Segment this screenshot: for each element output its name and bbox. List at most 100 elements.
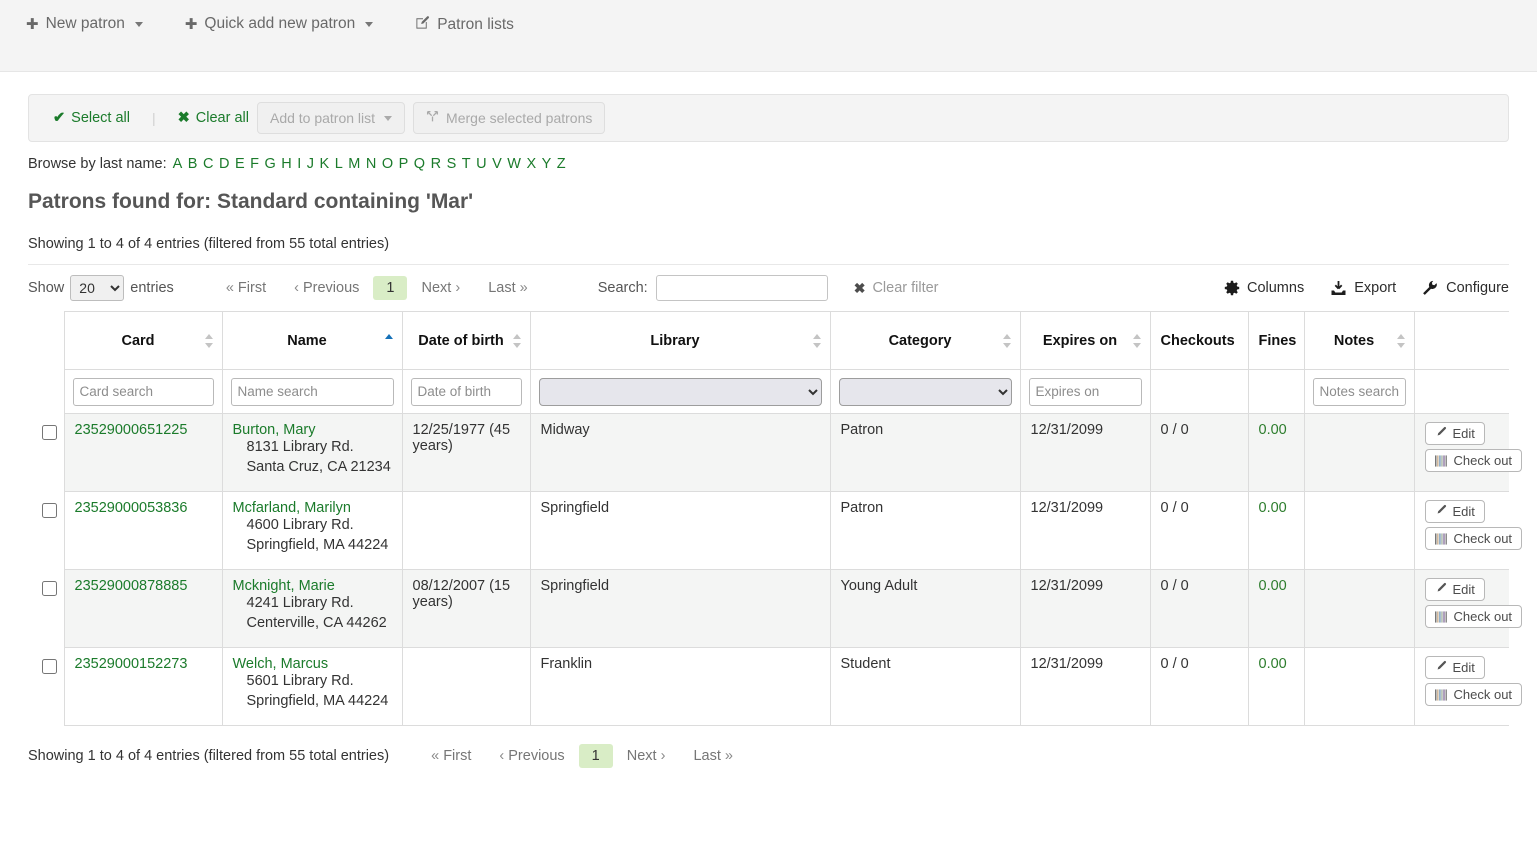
- browse-letter-r[interactable]: R: [431, 156, 441, 172]
- selection-action-bar: ✔ Select all | ✖ Clear all Add to patron…: [28, 94, 1509, 142]
- pagination-bottom-last[interactable]: Last »: [679, 744, 747, 768]
- filter-input-card[interactable]: [73, 378, 214, 406]
- column-header-expires-on[interactable]: Expires on: [1020, 312, 1150, 370]
- column-header-card[interactable]: Card: [64, 312, 222, 370]
- column-header-name[interactable]: Name: [222, 312, 402, 370]
- filter-input-expires-on[interactable]: [1029, 378, 1142, 406]
- edit-label: Edit: [1453, 426, 1475, 441]
- browse-letter-w[interactable]: W: [507, 156, 521, 172]
- browse-letter-e[interactable]: E: [235, 156, 245, 172]
- new-patron-button[interactable]: ✚ New patron: [22, 12, 147, 36]
- row-select-checkbox[interactable]: [42, 503, 57, 518]
- select-all-button[interactable]: ✔ Select all: [45, 106, 138, 130]
- browse-letter-h[interactable]: H: [281, 156, 291, 172]
- browse-letter-p[interactable]: P: [399, 156, 409, 172]
- quick-add-new-patron-button[interactable]: ✚ Quick add new patron: [181, 12, 377, 36]
- browse-letter-i[interactable]: I: [297, 156, 301, 172]
- column-header-actions: [1414, 312, 1509, 370]
- browse-letter-c[interactable]: C: [203, 156, 213, 172]
- browse-letter-v[interactable]: V: [492, 156, 502, 172]
- pagination-bottom-previous[interactable]: ‹ Previous: [485, 744, 578, 768]
- edit-label: Edit: [1453, 504, 1475, 519]
- check-out-button[interactable]: Check out: [1425, 683, 1523, 706]
- row-select-checkbox[interactable]: [42, 581, 57, 596]
- browse-letter-x[interactable]: X: [526, 156, 536, 172]
- patron-lists-button[interactable]: Patron lists: [411, 12, 518, 37]
- card-number-link[interactable]: 23529000053836: [75, 500, 188, 516]
- merge-selected-patrons-button[interactable]: Merge selected patrons: [413, 102, 605, 134]
- pagination-next[interactable]: Next ›: [407, 276, 474, 300]
- clear-all-button[interactable]: ✖ Clear all: [170, 106, 257, 130]
- card-number-link[interactable]: 23529000878885: [75, 578, 188, 594]
- cell-expires-on: 12/31/2099: [1020, 414, 1150, 492]
- browse-letter-u[interactable]: U: [476, 156, 486, 172]
- check-out-button[interactable]: Check out: [1425, 605, 1523, 628]
- browse-letter-l[interactable]: L: [335, 156, 343, 172]
- cell-actions: EditCheck out: [1414, 570, 1509, 648]
- sort-indicator-icon: [1003, 334, 1012, 348]
- columns-button[interactable]: Columns: [1224, 280, 1304, 296]
- check-out-button[interactable]: Check out: [1425, 527, 1523, 550]
- browse-letter-y[interactable]: Y: [542, 156, 552, 172]
- pagination-last[interactable]: Last »: [474, 276, 542, 300]
- pagination-bottom-page-1[interactable]: 1: [579, 744, 613, 768]
- edit-button[interactable]: Edit: [1425, 578, 1485, 601]
- row-select-checkbox[interactable]: [42, 425, 57, 440]
- search-input[interactable]: [656, 275, 828, 301]
- patron-name-link[interactable]: Mcfarland, Marilyn: [233, 500, 392, 516]
- browse-letter-b[interactable]: B: [188, 156, 198, 172]
- filter-input-notes[interactable]: [1313, 378, 1406, 406]
- patron-name-link[interactable]: Mcknight, Marie: [233, 578, 392, 594]
- browse-letter-g[interactable]: G: [264, 156, 275, 172]
- page-length-select[interactable]: 102050100All: [70, 275, 124, 301]
- pagination-bottom-first[interactable]: « First: [417, 744, 485, 768]
- browse-letter-t[interactable]: T: [462, 156, 471, 172]
- sort-indicator-icon: [1397, 334, 1406, 348]
- cell-date-of-birth: [402, 492, 530, 570]
- cell-fines: 0.00: [1248, 648, 1304, 726]
- browse-letter-m[interactable]: M: [348, 156, 360, 172]
- filter-select-library[interactable]: [539, 378, 822, 406]
- filter-cell-actions: [1414, 370, 1509, 414]
- row-select-cell: [28, 648, 64, 726]
- export-button[interactable]: Export: [1330, 280, 1396, 296]
- configure-button[interactable]: Configure: [1422, 280, 1509, 296]
- page-body: ✔ Select all | ✖ Clear all Add to patron…: [0, 94, 1537, 768]
- pagination-first[interactable]: « First: [212, 276, 280, 300]
- add-to-patron-list-button[interactable]: Add to patron list: [257, 102, 405, 134]
- cell-date-of-birth: 12/25/1977 (45 years): [402, 414, 530, 492]
- browse-letter-z[interactable]: Z: [557, 156, 566, 172]
- browse-letter-f[interactable]: F: [250, 156, 259, 172]
- pagination-bottom-next[interactable]: Next ›: [613, 744, 680, 768]
- browse-letter-a[interactable]: A: [173, 156, 183, 172]
- pagination-page-1[interactable]: 1: [373, 276, 407, 300]
- filter-input-date-of-birth[interactable]: [411, 378, 522, 406]
- browse-letter-n[interactable]: N: [366, 156, 376, 172]
- edit-button[interactable]: Edit: [1425, 656, 1485, 679]
- patron-name-link[interactable]: Burton, Mary: [233, 422, 392, 438]
- browse-letter-d[interactable]: D: [219, 156, 229, 172]
- filter-input-name[interactable]: [231, 378, 394, 406]
- filter-select-category[interactable]: [839, 378, 1012, 406]
- column-header-date-of-birth[interactable]: Date of birth: [402, 312, 530, 370]
- clear-filter-button[interactable]: ✖ Clear filter: [854, 280, 939, 297]
- patron-name-link[interactable]: Welch, Marcus: [233, 656, 392, 672]
- edit-button[interactable]: Edit: [1425, 500, 1485, 523]
- column-header-notes[interactable]: Notes: [1304, 312, 1414, 370]
- card-number-link[interactable]: 23529000152273: [75, 656, 188, 672]
- column-header-library[interactable]: Library: [530, 312, 830, 370]
- column-header-category[interactable]: Category: [830, 312, 1020, 370]
- browse-letter-s[interactable]: S: [447, 156, 457, 172]
- browse-letter-q[interactable]: Q: [414, 156, 425, 172]
- cell-library: Springfield: [530, 492, 830, 570]
- row-select-checkbox[interactable]: [42, 659, 57, 674]
- add-to-patron-list-label: Add to patron list: [270, 110, 375, 126]
- browse-letter-j[interactable]: J: [307, 156, 314, 172]
- browse-letter-k[interactable]: K: [320, 156, 330, 172]
- cell-checkouts: 0 / 0: [1150, 492, 1248, 570]
- card-number-link[interactable]: 23529000651225: [75, 422, 188, 438]
- check-out-button[interactable]: Check out: [1425, 449, 1523, 472]
- pagination-previous[interactable]: ‹ Previous: [280, 276, 373, 300]
- edit-button[interactable]: Edit: [1425, 422, 1485, 445]
- browse-letter-o[interactable]: O: [382, 156, 393, 172]
